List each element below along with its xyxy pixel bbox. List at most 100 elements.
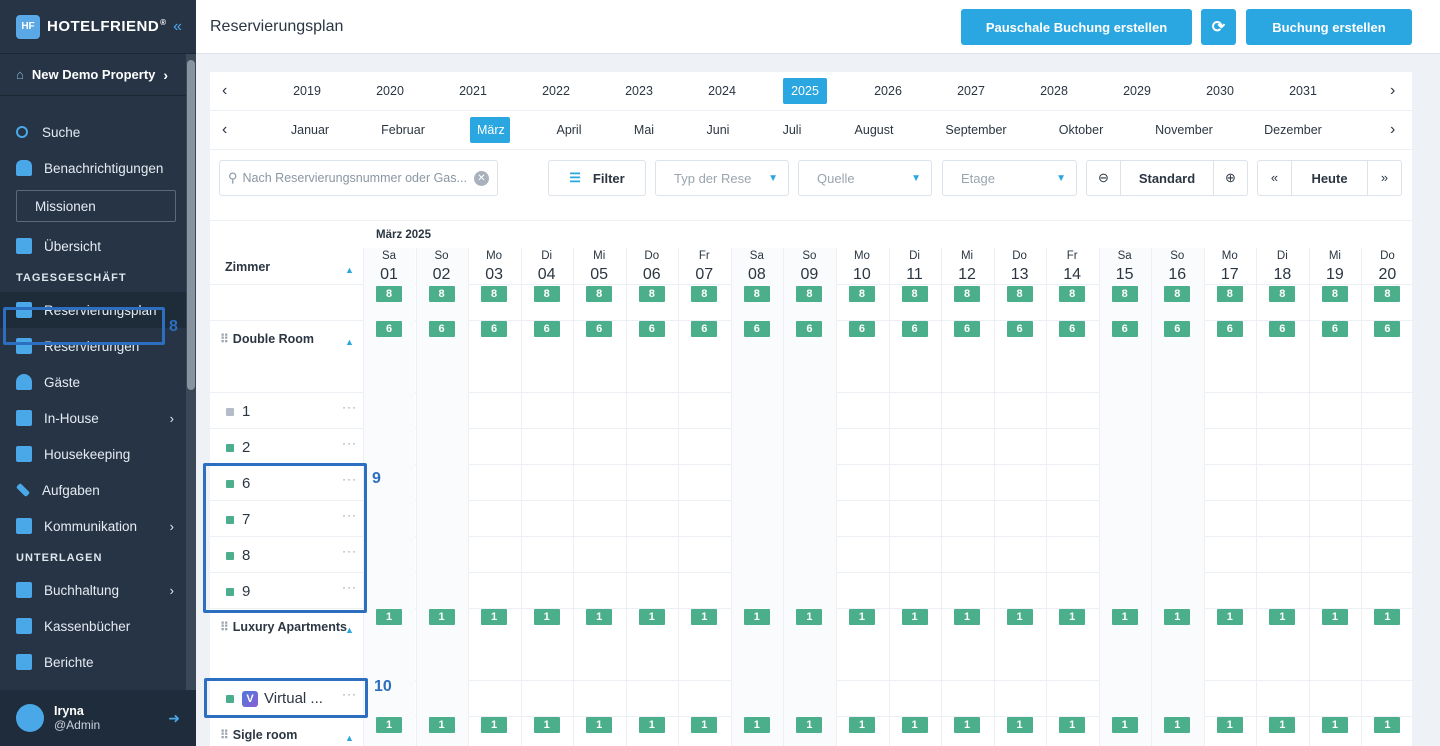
user-role: @Admin (54, 718, 101, 732)
month-6[interactable]: Juli (752, 123, 832, 137)
room-row-2[interactable]: 2 (226, 439, 250, 456)
property-selector[interactable]: ⌂ New Demo Property › (0, 54, 196, 96)
sidebar-item-benachrichtigungen[interactable]: Benachrichtigungen (0, 150, 186, 186)
category-row[interactable]: ⠿ Sigle room (220, 728, 297, 742)
sidebar-item-housekeeping[interactable]: Housekeeping (0, 436, 186, 472)
sidebar-item-suche[interactable]: Suche (0, 114, 186, 150)
year-2028[interactable]: 2028 (1032, 84, 1076, 98)
reservation-plan-panel: ‹ 2019 2020 2021 2022 2023 2024 2025 2026 2027 20… (210, 72, 1412, 746)
drag-handle-icon[interactable]: ⠿ (220, 620, 229, 634)
pauschale-buchung-button[interactable]: Pauschale Buchung erstellen (961, 9, 1192, 45)
sidebar-item-berichte[interactable]: Berichte (0, 644, 186, 680)
day-name: Mi (960, 250, 974, 262)
next-year-icon[interactable]: › (1390, 82, 1395, 100)
collapse-category-icon[interactable]: ▲ (345, 733, 354, 743)
sort-up-icon[interactable]: ▲ (345, 265, 354, 275)
year-2024[interactable]: 2024 (700, 84, 744, 98)
collapse-sidebar-icon[interactable]: « (173, 18, 182, 36)
sidebar-item-uebersicht[interactable]: Übersicht (0, 228, 186, 264)
luxury-availability: 1 (901, 609, 928, 625)
collapse-category-icon[interactable]: ▲ (345, 337, 354, 347)
year-2026[interactable]: 2026 (866, 84, 910, 98)
sidebar-item-missionen[interactable]: Missionen (16, 190, 176, 222)
month-2[interactable]: März (470, 117, 510, 143)
refresh-button[interactable]: ⟳ (1201, 9, 1236, 45)
total-availability: 8 (691, 286, 718, 302)
month-10[interactable]: November (1144, 123, 1224, 137)
single-room-availability: 1 (901, 717, 928, 733)
day-number: 03 (485, 266, 503, 283)
prev-month-icon[interactable]: ‹ (222, 121, 227, 139)
sidebar-item-buchhaltung[interactable]: Buchhaltung › (0, 572, 186, 608)
month-8[interactable]: September (936, 123, 1016, 137)
luxury-availability: 1 (1006, 609, 1033, 625)
prev-period-icon[interactable]: « (1258, 161, 1292, 195)
year-2031[interactable]: 2031 (1281, 84, 1325, 98)
month-5[interactable]: Juni (678, 123, 758, 137)
day-number: 16 (1168, 266, 1187, 283)
year-2025[interactable]: 2025 (783, 78, 827, 104)
today-button[interactable]: Heute (1292, 171, 1367, 186)
year-2030[interactable]: 2030 (1198, 84, 1242, 98)
sidebar-item-inhouse[interactable]: In-House › (0, 400, 186, 436)
logout-icon[interactable]: ➜ (168, 710, 180, 727)
next-month-icon[interactable]: › (1390, 121, 1395, 139)
day-name: Mi (593, 250, 606, 262)
year-2027[interactable]: 2027 (949, 84, 993, 98)
top-bar: Reservierungsplan Pauschale Buchung erst… (196, 0, 1440, 54)
buchung-erstellen-button[interactable]: Buchung erstellen (1246, 9, 1412, 45)
sidebar-scroll-thumb[interactable] (187, 60, 195, 390)
more-options-icon[interactable]: ··· (342, 400, 357, 414)
user-profile[interactable]: Iryna @Admin ➜ (0, 690, 196, 746)
year-2019[interactable]: 2019 (285, 84, 329, 98)
search-input[interactable]: Nach Reservierungsnummer oder Gas... (243, 171, 467, 185)
sidebar-item-aufgaben[interactable]: Aufgaben (0, 472, 186, 508)
month-11[interactable]: Dezember (1253, 123, 1333, 137)
total-availability: 8 (901, 286, 928, 302)
room-row-1[interactable]: 1 (226, 403, 250, 420)
category-row[interactable]: ⠿ Double Room (220, 332, 314, 346)
total-availability: 8 (1111, 286, 1138, 302)
month-1[interactable]: Februar (363, 123, 443, 137)
month-9[interactable]: Oktober (1041, 123, 1121, 137)
year-2020[interactable]: 2020 (368, 84, 412, 98)
prev-year-icon[interactable]: ‹ (222, 82, 227, 100)
luxury-availability: 1 (376, 609, 402, 625)
chevron-down-icon: ▼ (1056, 172, 1066, 184)
year-2029[interactable]: 2029 (1115, 84, 1159, 98)
luxury-availability: 1 (796, 609, 823, 625)
month-3[interactable]: April (529, 123, 609, 137)
dashboard-icon (16, 238, 32, 254)
year-2023[interactable]: 2023 (617, 84, 661, 98)
double-room-availability: 6 (376, 321, 402, 337)
double-room-availability: 6 (1321, 321, 1348, 337)
floor-select[interactable]: Etage ▼ (942, 160, 1077, 196)
next-period-icon[interactable]: » (1367, 161, 1401, 195)
month-7[interactable]: August (834, 123, 914, 137)
search-box[interactable]: ⚲ Nach Reservierungsnummer oder Gas... ✕ (219, 160, 498, 196)
month-4[interactable]: Mai (604, 123, 684, 137)
collapse-category-icon[interactable]: ▲ (345, 625, 354, 635)
clear-icon[interactable]: ✕ (474, 170, 489, 186)
drag-handle-icon[interactable]: ⠿ (220, 332, 229, 346)
sidebar-item-kassenbuecher[interactable]: Kassenbücher (0, 608, 186, 644)
sidebar-item-gaeste[interactable]: Gäste (0, 364, 186, 400)
total-availability: 8 (1321, 286, 1348, 302)
sidebar-item-kommunikation[interactable]: Kommunikation › (0, 508, 186, 544)
search-icon: ⚲ (228, 170, 238, 185)
zoom-in-icon[interactable]: ⊕ (1213, 161, 1247, 195)
year-2022[interactable]: 2022 (534, 84, 578, 98)
double-room-availability: 6 (848, 321, 875, 337)
annotation-9: 9 (372, 470, 381, 487)
day-number: 14 (1063, 266, 1082, 283)
category-row[interactable]: ⠿ Luxury Apartments (220, 620, 347, 634)
drag-handle-icon[interactable]: ⠿ (220, 728, 229, 742)
type-select[interactable]: Typ der Rese ▼ (655, 160, 789, 196)
filter-button[interactable]: ☰ Filter (548, 160, 646, 196)
year-2021[interactable]: 2021 (451, 84, 495, 98)
zoom-out-icon[interactable]: ⊖ (1087, 161, 1121, 195)
single-room-availability: 1 (691, 717, 718, 733)
month-0[interactable]: Januar (270, 123, 350, 137)
more-options-icon[interactable]: ··· (342, 436, 357, 450)
source-select[interactable]: Quelle ▼ (798, 160, 932, 196)
